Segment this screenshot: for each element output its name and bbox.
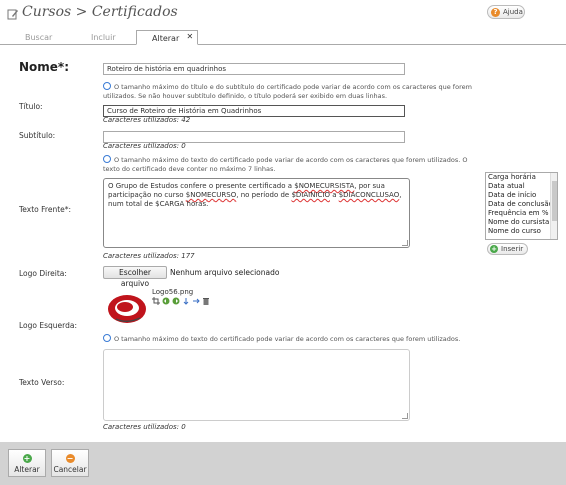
variable-option[interactable]: Nome do curso [486,227,557,236]
front-text-var: $DIAINICIO [291,191,330,199]
page-title: Cursos > Certificados [22,4,178,20]
back-hint: O tamanho máximo do texto do certificado… [103,334,493,344]
front-hint: O tamanho máximo do texto do certificado… [103,155,473,174]
title-hint: O tamanho máximo do título e do subtítul… [103,82,473,101]
texto-frente-counter: Caracteres utilizados: 177 [103,252,195,260]
variable-option[interactable]: Nome do cursista [486,218,557,227]
crop-icon[interactable] [152,297,160,305]
front-text-var: $DIACONCLUSAO [338,191,400,199]
info-icon [103,334,111,342]
footer-bar: + Alterar − Cancelar [0,442,566,485]
texto-verso-label: Texto Verso: [19,378,65,387]
cancel-button[interactable]: − Cancelar [51,449,89,477]
subtitulo-counter: Caracteres utilizados: 0 [103,142,186,150]
tab-incluir[interactable]: Incluir [91,33,116,42]
nome-label: Nome*: [19,60,70,74]
texto-verso-textarea[interactable] [103,349,410,421]
info-icon [103,155,111,163]
variables-scrollbar[interactable] [550,173,557,239]
page-header: Cursos > Certificados ? Ajuda [0,0,566,30]
title-hint-text: O tamanho máximo do título e do subtítul… [103,83,472,100]
minus-icon: − [65,454,75,463]
front-text-seg: a [329,191,339,199]
texto-frente-textarea[interactable]: O Grupo de Estudos confere o presente ce… [103,178,410,248]
resize-grip[interactable] [402,413,408,419]
texto-frente-label: Texto Frente*: [19,205,72,214]
variable-option[interactable]: Data de início [486,191,557,200]
plus-icon: + [22,454,32,463]
subtitulo-label: Subtítulo: [19,131,56,140]
insert-button[interactable]: + Inserir [487,243,529,255]
cancel-label: Cancelar [53,465,87,474]
save-button[interactable]: + Alterar [8,449,46,477]
resize-grip[interactable] [402,240,408,246]
front-text-seg: , no período de [236,191,292,199]
flip-vertical-icon[interactable] [182,297,190,305]
file-status: Nenhum arquivo selecionado [170,268,280,277]
nome-input[interactable]: Roteiro de história em quadrinhos [103,63,405,75]
tab-alterar-label: Alterar [152,34,180,43]
back-hint-text: O tamanho máximo do texto do certificado… [114,335,461,343]
variable-option[interactable]: Data de conclusão [486,200,557,209]
logo-esquerda-label: Logo Esquerda: [19,321,77,330]
choose-file-button[interactable]: Escolher arquivo [103,266,167,288]
help-label: Ajuda [503,8,523,16]
logo-direita-label: Logo Direita: [19,269,67,278]
tab-alterar[interactable]: Alterar ✕ [136,30,199,45]
rotate-right-icon[interactable] [172,297,180,305]
titulo-counter: Caracteres utilizados: 42 [103,116,191,124]
front-text-var: $NOMECURSISTA [294,182,355,190]
edit-pencil-icon [7,9,18,20]
variables-list[interactable]: Carga horária Data atual Data de início … [485,172,558,240]
front-hint-text: O tamanho máximo do texto do certificado… [103,156,468,173]
titulo-label: Título: [19,102,43,111]
logo-tools [152,297,210,305]
plus-icon: + [490,245,498,253]
trash-icon[interactable] [202,297,210,305]
scrollbar-thumb[interactable] [552,181,557,221]
variable-option[interactable]: Frequência em % [486,209,557,218]
help-button[interactable]: ? Ajuda [487,5,525,19]
close-icon[interactable]: ✕ [187,32,194,41]
info-icon [103,82,111,90]
flip-horizontal-icon[interactable] [192,297,200,305]
help-icon: ? [491,7,500,17]
save-label: Alterar [14,465,40,474]
variable-option[interactable]: Data atual [486,182,557,191]
rotate-left-icon[interactable] [162,297,170,305]
logo-image [108,295,146,323]
tab-buscar[interactable]: Buscar [25,33,52,42]
variable-option[interactable]: Carga horária [486,173,557,182]
logo-filename: Logo56.png [152,288,194,296]
texto-verso-counter: Caracteres utilizados: 0 [103,423,186,431]
front-text-var: $NOMECURSO [185,191,237,199]
tab-bar: Buscar Incluir Alterar ✕ [0,30,566,45]
insert-label: Inserir [501,245,524,253]
front-text-seg: O Grupo de Estudos confere o presente ce… [108,182,295,190]
